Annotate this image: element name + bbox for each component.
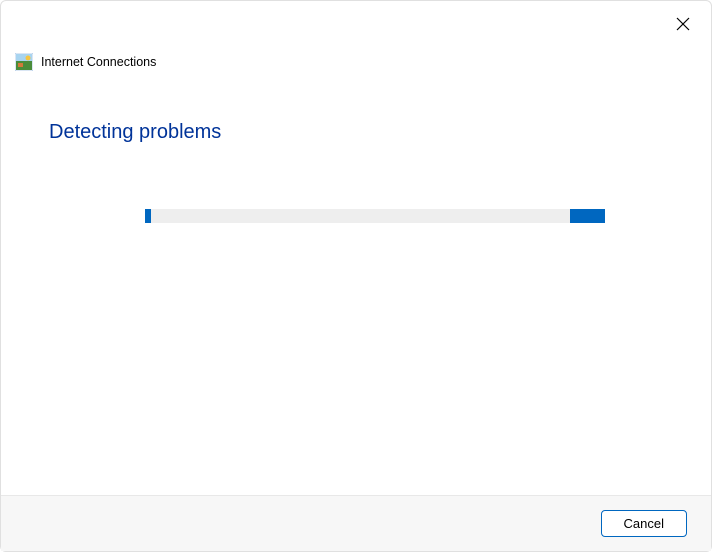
dialog-footer: Cancel xyxy=(1,495,711,551)
dialog-header: Internet Connections xyxy=(1,1,711,71)
page-heading: Detecting problems xyxy=(1,71,711,144)
close-icon xyxy=(676,17,690,34)
network-troubleshoot-icon xyxy=(15,53,33,71)
progress-bar xyxy=(145,209,605,223)
dialog-title: Internet Connections xyxy=(41,55,156,69)
close-button[interactable] xyxy=(667,9,699,41)
progress-chunk xyxy=(145,209,151,223)
cancel-button[interactable]: Cancel xyxy=(601,510,687,537)
progress-chunk xyxy=(570,209,605,223)
